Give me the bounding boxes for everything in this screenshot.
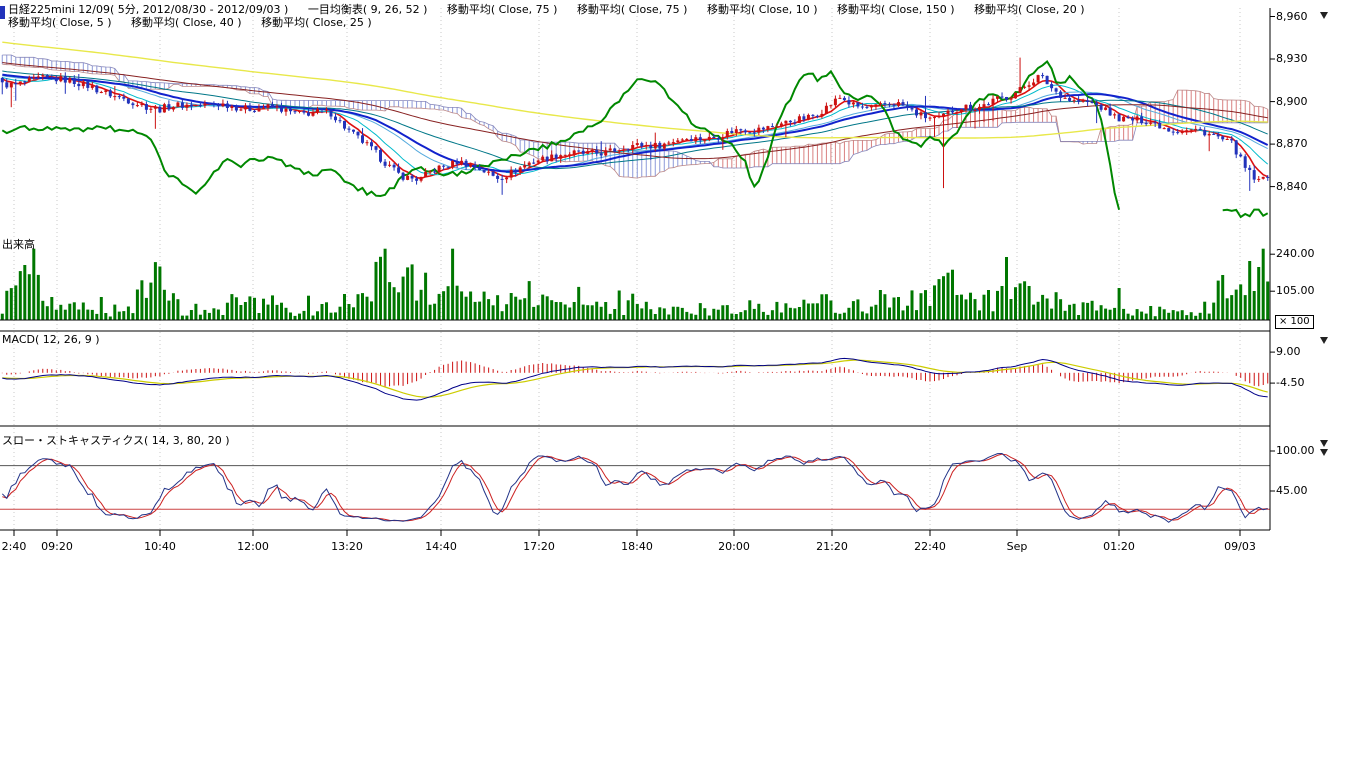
time-label: 22:40 xyxy=(914,540,946,553)
scroll-down-icon[interactable] xyxy=(1320,337,1328,344)
time-label: 21:20 xyxy=(816,540,848,553)
time-label: 2:40 xyxy=(2,540,27,553)
time-label: 14:40 xyxy=(425,540,457,553)
price-axis-label: 8,870 xyxy=(1276,137,1308,150)
legend-ma150: 移動平均( Close, 150 ) xyxy=(837,3,955,16)
chart-header-line2: 移動平均( Close, 5 ) 移動平均( Close, 40 ) 移動平均(… xyxy=(8,14,388,30)
scroll-down-icon[interactable] xyxy=(1320,449,1328,456)
volume-axis-label: 105.00 xyxy=(1276,284,1315,297)
legend-ma10: 移動平均( Close, 10 ) xyxy=(707,3,818,16)
stoch-axis-label: 45.00 xyxy=(1276,484,1308,497)
legend-ma5: 移動平均( Close, 5 ) xyxy=(8,16,112,29)
time-label: 09:20 xyxy=(41,540,73,553)
macd-section-label: MACD( 12, 26, 9 ) xyxy=(2,333,100,346)
scroll-down-icon[interactable] xyxy=(1320,440,1328,447)
macd-axis-label: 9.00 xyxy=(1276,345,1301,358)
volume-section-label: 出来高 xyxy=(2,236,35,252)
volume-multiplier-badge: × 100 xyxy=(1275,315,1314,329)
caret-mark xyxy=(0,6,5,19)
scroll-down-icon[interactable] xyxy=(1320,12,1328,19)
price-axis-label: 8,840 xyxy=(1276,180,1308,193)
time-label: 20:00 xyxy=(718,540,750,553)
time-label: 18:40 xyxy=(621,540,653,553)
stoch-axis-label: 100.00 xyxy=(1276,444,1315,457)
time-label: 17:20 xyxy=(523,540,555,553)
price-axis-label: 8,900 xyxy=(1276,95,1308,108)
time-label: Sep xyxy=(1007,540,1028,553)
time-label: 01:20 xyxy=(1103,540,1135,553)
chart-canvas[interactable] xyxy=(0,0,1366,768)
legend-ma20: 移動平均( Close, 20 ) xyxy=(974,3,1085,16)
stoch-section-label: スロー・ストキャスティクス( 14, 3, 80, 20 ) xyxy=(2,432,230,448)
legend-ma75-b: 移動平均( Close, 75 ) xyxy=(577,3,688,16)
time-label: 12:00 xyxy=(237,540,269,553)
volume-axis-label: 240.00 xyxy=(1276,247,1315,260)
legend-ma25: 移動平均( Close, 25 ) xyxy=(261,16,372,29)
chart-window: 日経225mini 12/09( 5分, 2012/08/30 - 2012/0… xyxy=(0,0,1366,768)
macd-axis-label: -4.50 xyxy=(1276,376,1304,389)
price-axis-label: 8,930 xyxy=(1276,52,1308,65)
legend-ma75-a: 移動平均( Close, 75 ) xyxy=(447,3,558,16)
time-label: 13:20 xyxy=(331,540,363,553)
price-axis-label: 8,960 xyxy=(1276,10,1308,23)
time-label: 10:40 xyxy=(144,540,176,553)
time-label: 09/03 xyxy=(1224,540,1256,553)
legend-ma40: 移動平均( Close, 40 ) xyxy=(131,16,242,29)
